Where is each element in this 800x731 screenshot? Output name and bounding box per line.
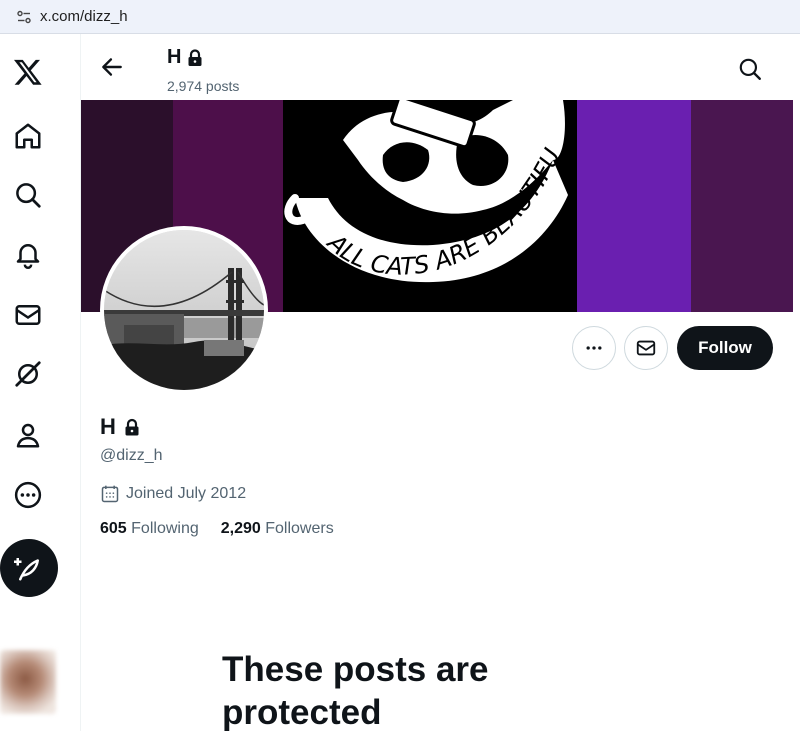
address-url[interactable]: x.com/dizz_h	[40, 8, 128, 25]
header-name-text: H	[167, 46, 182, 68]
notifications-icon[interactable]	[10, 236, 46, 272]
sidebar-nav	[0, 34, 80, 731]
followers-label: Followers	[265, 520, 334, 537]
envelope-icon	[636, 340, 656, 356]
profile-handle: @dizz_h	[100, 447, 163, 464]
protected-posts-title: These posts are protected	[222, 650, 489, 731]
home-icon[interactable]	[10, 118, 46, 154]
post-count: 2,974 posts	[167, 78, 240, 94]
profile-header-bar: H 2,974 posts	[81, 34, 800, 100]
lock-icon	[187, 48, 203, 67]
ellipsis-icon	[586, 346, 602, 350]
search-icon[interactable]	[737, 56, 763, 82]
lock-icon	[124, 418, 140, 437]
profile-icon[interactable]	[10, 417, 46, 453]
header-title: H	[167, 46, 203, 69]
profile-name: H	[100, 414, 140, 440]
joined-text: Joined July 2012	[126, 485, 247, 502]
following-label: Following	[131, 520, 199, 537]
banner-stripe	[577, 100, 691, 312]
profile-name-text: H	[100, 414, 116, 439]
following-link[interactable]: 605 Following	[100, 520, 199, 538]
post-feather-icon	[14, 558, 39, 581]
back-arrow-icon[interactable]	[99, 54, 125, 80]
browser-address-bar[interactable]: x.com/dizz_h	[0, 0, 800, 34]
explore-icon[interactable]	[10, 177, 46, 213]
banner-stripe	[691, 100, 793, 312]
following-count: 605	[100, 520, 127, 537]
post-button[interactable]	[0, 539, 58, 597]
site-settings-icon[interactable]	[16, 9, 32, 25]
followers-link[interactable]: 2,290 Followers	[221, 520, 334, 538]
more-options-button[interactable]	[572, 326, 616, 370]
banner-cat-artwork: ALL CATS ARE BEAUTIFUL	[283, 100, 577, 312]
follow-stats: 605 Following 2,290 Followers	[100, 520, 334, 538]
grok-icon[interactable]	[10, 356, 46, 392]
joined-date: Joined July 2012	[100, 484, 246, 504]
follow-button[interactable]: Follow	[677, 326, 773, 370]
profile-avatar[interactable]	[100, 226, 268, 394]
calendar-icon	[101, 485, 119, 503]
followers-count: 2,290	[220, 520, 261, 537]
account-avatar[interactable]	[0, 650, 56, 714]
message-button[interactable]	[624, 326, 668, 370]
messages-icon[interactable]	[10, 297, 46, 333]
more-icon[interactable]	[10, 477, 46, 513]
x-logo-icon[interactable]	[10, 54, 46, 90]
